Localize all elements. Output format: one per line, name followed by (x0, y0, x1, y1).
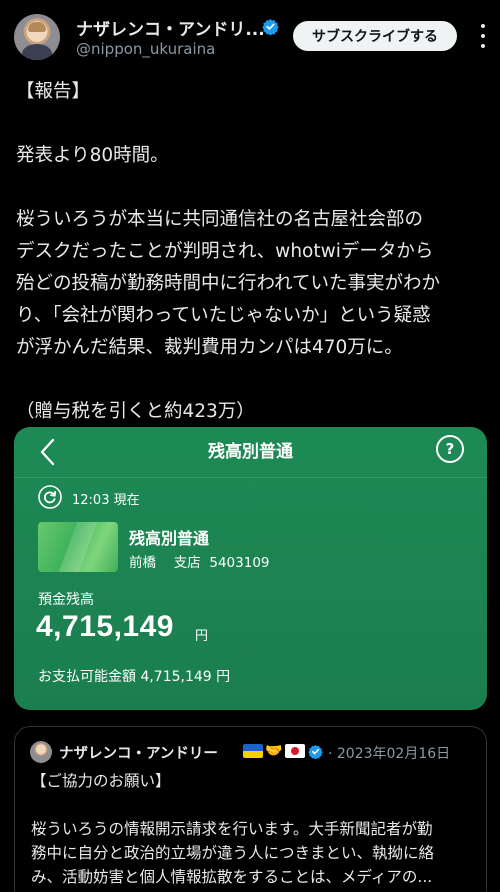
name-emoji: 🤝 (243, 742, 305, 760)
account-card-image (38, 522, 118, 572)
divider (14, 477, 487, 478)
avatar (30, 741, 52, 763)
quoted-text: 【ご協力のお願い】 桜ういろうの情報開示請求を行います。大手新聞記者が勤 務中に… (31, 769, 476, 889)
avatar[interactable] (14, 14, 60, 60)
available-amount: お支払可能金額 4,715,149 円 (38, 669, 231, 685)
quoted-line: 【ご協力のお願い】 (31, 772, 171, 790)
bank-title: 残高別普通 (208, 442, 293, 462)
quoted-tweet[interactable]: ナザレンコ・アンドリー 🤝 · 2023年02月16日 【ご協力のお願い】 桜う… (14, 726, 487, 892)
subscribe-button[interactable]: サブスクライブする (293, 21, 457, 51)
handshake-icon: 🤝 (265, 743, 283, 759)
account-detail: 前橋 支店 5403109 (129, 555, 270, 571)
tweet-line: り、「会社が関わっていたじゃないか」という疑惑 (16, 305, 431, 326)
tweet-line: 発表より80時間。 (16, 145, 169, 166)
tweet-line: 【報告】 (16, 81, 91, 102)
author-handle[interactable]: @nippon_ukuraina (76, 40, 215, 58)
quoted-date: · 2023年02月16日 (328, 746, 451, 762)
tweet-line: 桜ういろうが本当に共同通信社の名古屋社会部の (16, 209, 424, 230)
update-time: 12:03 現在 (72, 493, 140, 508)
tweet-line: 殆どの投稿が勤務時間中に行われていた事実がわか (16, 273, 441, 294)
japan-flag-icon (285, 744, 305, 758)
author-display-name[interactable]: ナザレンコ・アンドリ... (76, 15, 265, 40)
more-icon[interactable] (476, 24, 490, 48)
tweet-line: デスクだったことが判明され、whotwiデータから (16, 241, 434, 262)
help-icon: ? (436, 435, 464, 463)
quoted-line: み、活動妨害と個人情報拡散をすることは、メディアの... (31, 868, 433, 886)
refresh-icon (38, 485, 62, 509)
quoted-line: 務中に自分と政治的立場が違う人につきまとい、執拗に絡 (31, 844, 435, 862)
tweet-text: 【報告】 発表より80時間。 桜ういろうが本当に共同通信社の名古屋社会部の デス… (16, 76, 488, 428)
bank-screenshot-image[interactable]: 残高別普通 ? 12:03 現在 残高別普通 前橋 支店 5403109 預金残… (14, 427, 487, 710)
balance-value: 4,715,149 (36, 610, 174, 643)
tweet-line: が浮かんだ結果、裁判費用カンパは470万に。 (16, 337, 403, 358)
quoted-author-name: ナザレンコ・アンドリー (59, 746, 218, 762)
tweet-header: ナザレンコ・アンドリ... @nippon_ukuraina サブスクライブする (0, 0, 500, 72)
balance-unit: 円 (195, 629, 209, 644)
quoted-line: 桜ういろうの情報開示請求を行います。大手新聞記者が勤 (31, 820, 433, 838)
balance-label: 預金残高 (38, 592, 94, 608)
verified-badge-icon (308, 744, 323, 759)
account-name: 残高別普通 (129, 529, 210, 548)
ukraine-flag-icon (243, 744, 263, 758)
verified-badge-icon (262, 19, 279, 35)
tweet-line: （贈与税を引くと約423万） (16, 401, 255, 422)
